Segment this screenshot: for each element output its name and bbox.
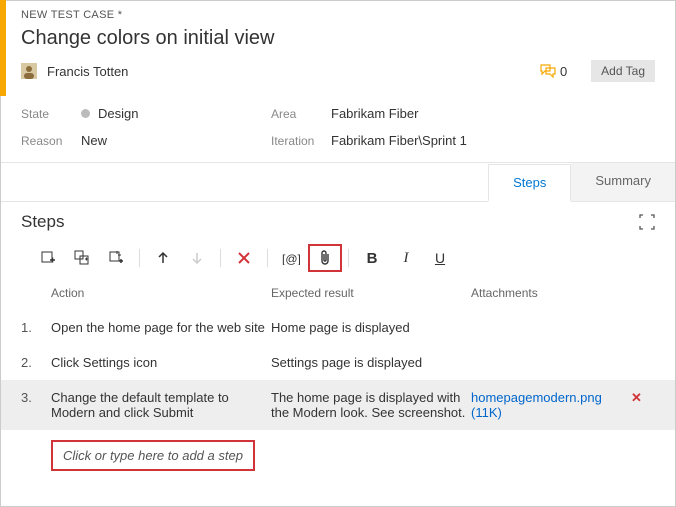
- discussion-icon: [540, 64, 556, 78]
- paperclip-icon: [318, 250, 332, 266]
- add-step-input[interactable]: Click or type here to add a step: [51, 440, 255, 471]
- step-expected[interactable]: Home page is displayed: [271, 320, 471, 335]
- move-up-button[interactable]: [146, 244, 180, 272]
- step-number: 3.: [21, 390, 51, 405]
- step-action[interactable]: Click Settings icon: [51, 355, 271, 370]
- insert-shared-step-button[interactable]: [65, 244, 99, 272]
- tab-steps[interactable]: Steps: [488, 164, 571, 202]
- reason-value[interactable]: New: [81, 133, 271, 148]
- column-attachments-header: Attachments: [471, 286, 655, 300]
- state-dot-icon: [81, 109, 90, 118]
- create-shared-steps-button[interactable]: [99, 244, 133, 272]
- step-action[interactable]: Change the default template to Modern an…: [51, 390, 271, 420]
- assigned-to[interactable]: Francis Totten: [47, 64, 128, 79]
- delete-step-button[interactable]: [227, 244, 261, 272]
- attachment-link[interactable]: homepagemodern.png (11K): [471, 390, 631, 420]
- bold-button[interactable]: B: [355, 244, 389, 272]
- work-item-title[interactable]: Change colors on initial view: [21, 27, 655, 50]
- column-expected-header: Expected result: [271, 286, 471, 300]
- fullscreen-icon[interactable]: [639, 214, 655, 230]
- avatar: [21, 63, 37, 79]
- area-label: Area: [271, 107, 331, 121]
- discussion-count[interactable]: 0: [540, 64, 567, 79]
- step-number: 1.: [21, 320, 51, 335]
- step-expected[interactable]: Settings page is displayed: [271, 355, 471, 370]
- toolbar-separator: [348, 249, 349, 267]
- step-number: 2.: [21, 355, 51, 370]
- step-action[interactable]: Open the home page for the web site: [51, 320, 271, 335]
- svg-text:[@]: [@]: [282, 252, 300, 265]
- steps-section-title: Steps: [21, 212, 64, 232]
- state-label: State: [21, 107, 81, 121]
- step-row[interactable]: 2. Click Settings icon Settings page is …: [1, 345, 675, 380]
- area-value[interactable]: Fabrikam Fiber: [331, 106, 655, 121]
- state-value[interactable]: Design: [81, 106, 271, 121]
- insert-parameter-button[interactable]: [@]: [274, 244, 308, 272]
- toolbar-separator: [139, 249, 140, 267]
- step-row[interactable]: 3. Change the default template to Modern…: [1, 380, 675, 430]
- iteration-label: Iteration: [271, 134, 331, 148]
- add-tag-button[interactable]: Add Tag: [591, 60, 655, 82]
- step-expected[interactable]: The home page is displayed with the Mode…: [271, 390, 471, 420]
- move-down-button[interactable]: [180, 244, 214, 272]
- italic-button[interactable]: I: [389, 244, 423, 272]
- tab-summary[interactable]: Summary: [571, 163, 675, 201]
- toolbar-separator: [267, 249, 268, 267]
- column-action-header: Action: [51, 286, 271, 300]
- work-item-type-label: NEW TEST CASE *: [21, 9, 655, 21]
- reason-label: Reason: [21, 134, 81, 148]
- remove-attachment-button[interactable]: ✕: [631, 390, 655, 406]
- insert-step-button[interactable]: [31, 244, 65, 272]
- add-attachment-button[interactable]: [308, 244, 342, 272]
- iteration-value[interactable]: Fabrikam Fiber\Sprint 1: [331, 133, 655, 148]
- underline-button[interactable]: U: [423, 244, 457, 272]
- toolbar-separator: [220, 249, 221, 267]
- step-row[interactable]: 1. Open the home page for the web site H…: [1, 310, 675, 345]
